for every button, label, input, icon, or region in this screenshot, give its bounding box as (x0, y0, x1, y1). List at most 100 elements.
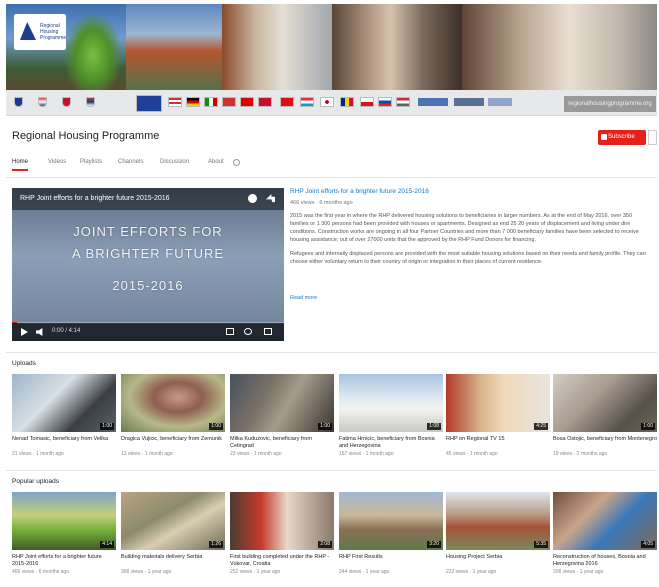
video-duration: 1:00 (100, 423, 114, 430)
description-paragraph-2: Refugees and internally displaced person… (290, 251, 646, 265)
flag-slovakia-icon (378, 97, 392, 107)
uploads-section-title[interactable]: Uploads (12, 360, 36, 367)
video-thumbnail[interactable]: 1:00 (553, 374, 657, 432)
banner-photo-building (222, 4, 332, 90)
video-card[interactable]: 4:05 Reconstruction of houses, Bosnia an… (553, 492, 657, 575)
video-thumbnail[interactable]: 5:35 (446, 492, 550, 550)
video-title[interactable]: Milka Kuduzovic, beneficiary from Ceting… (230, 436, 334, 450)
featured-video-title[interactable]: RHP Joint efforts for a brighter future … (290, 188, 429, 195)
banner-photo-workers-vests (58, 4, 128, 90)
featured-video-player[interactable]: RHP Joint efforts for a brighter future … (12, 188, 284, 341)
video-meta: 19 views · 2 months ago (553, 451, 608, 457)
video-meta: 252 views · 1 year ago (230, 569, 281, 575)
video-title[interactable]: Nenad Tomasic, beneficiary from Velika (12, 436, 116, 450)
video-title[interactable]: RHP First Results (339, 554, 443, 568)
overlay-line-2: A BRIGHTER FUTURE (71, 246, 225, 261)
video-card[interactable]: 4:25 RHP on Regional TV 15 45 views · 1 … (446, 374, 550, 457)
video-card[interactable]: 1:00 Nenad Tomasic, beneficiary from Vel… (12, 374, 116, 457)
channel-search-icon[interactable] (233, 159, 240, 166)
video-thumbnail[interactable]: 1:00 (12, 374, 116, 432)
video-title[interactable]: Bosa Ostojic, beneficiary from Montenegr… (553, 436, 657, 450)
video-thumbnail[interactable]: 4:25 (446, 374, 550, 432)
video-duration: 2:08 (318, 541, 332, 548)
video-card[interactable]: 5:35 Housing Project Serbia 222 views · … (446, 492, 550, 575)
rhp-logo: Regional Housing Programme (14, 14, 66, 50)
flag-hungary-icon (396, 97, 410, 107)
partner-logo-unhcr-icon (418, 98, 448, 106)
video-title[interactable]: Housing Project Serbia (446, 554, 550, 568)
video-card[interactable]: 2:08 First building completed under the … (230, 492, 334, 575)
flag-norway-icon (222, 97, 236, 107)
video-thumbnail[interactable]: 1:00 (121, 374, 225, 432)
video-title[interactable]: Fatima Hrnicic, beneficiary from Bosnia … (339, 436, 443, 450)
subscriber-count-box (648, 130, 657, 145)
video-title[interactable]: RHP Joint efforts for a brighter future … (12, 554, 116, 568)
video-duration: 1:08 (427, 423, 441, 430)
tab-discussion[interactable]: Discussion (160, 159, 189, 165)
partner-logo-osce-icon (454, 98, 484, 106)
video-thumbnail[interactable]: 1:08 (339, 374, 443, 432)
tab-channels[interactable]: Channels (118, 159, 143, 165)
read-more-link[interactable]: Read more (290, 295, 317, 301)
video-duration: 1:00 (641, 423, 655, 430)
tab-playlists[interactable]: Playlists (80, 159, 102, 165)
flag-switzerland-icon (240, 97, 254, 107)
subscribe-button[interactable]: Subscribe (598, 130, 646, 145)
video-title[interactable]: Building materials delivery Serbia (121, 554, 225, 568)
video-card[interactable]: 4:14 RHP Joint efforts for a brighter fu… (12, 492, 116, 575)
flag-turkey-icon (280, 97, 294, 107)
video-meta: 368 views · 1 year ago (121, 569, 172, 575)
player-top-bar: RHP Joint efforts for a brighter future … (12, 188, 284, 210)
flag-germany-icon (186, 97, 200, 107)
flag-italy-icon (204, 97, 218, 107)
video-duration: 5:35 (534, 541, 548, 548)
flag-eu-icon (136, 95, 162, 112)
channel-banner: Regional Housing Programme (6, 4, 657, 90)
flag-croatia-icon (38, 97, 47, 107)
tab-about[interactable]: About (208, 159, 224, 165)
video-card[interactable]: 3:20 RHP First Results 244 views · 1 yea… (339, 492, 443, 575)
video-duration: 1:26 (209, 541, 223, 548)
tab-home[interactable]: Home (12, 159, 29, 171)
video-thumbnail[interactable]: 3:20 (339, 492, 443, 550)
volume-icon[interactable] (36, 328, 43, 336)
flag-usa-icon (168, 97, 182, 107)
flag-romania-icon (340, 97, 354, 107)
rhp-logo-mark-icon (20, 22, 36, 40)
featured-video-description: 2015 was the first year in where the RHP… (290, 212, 652, 272)
play-icon[interactable] (21, 328, 28, 336)
video-title[interactable]: RHP on Regional TV 15 (446, 436, 550, 450)
flag-bosnia-icon (14, 97, 23, 107)
video-card[interactable]: 1:00 Dragica Vujicic, beneficiary from Z… (121, 374, 225, 457)
video-title[interactable]: First building completed under the RHP -… (230, 554, 334, 568)
video-meta: 167 views · 1 month ago (339, 451, 394, 457)
share-icon[interactable] (266, 194, 275, 203)
video-card[interactable]: 1:26 Building materials delivery Serbia … (121, 492, 225, 575)
description-paragraph-1: 2015 was the first year in where the RHP… (290, 213, 639, 243)
video-meta: 208 views · 1 year ago (553, 569, 604, 575)
video-card[interactable]: 1:08 Fatima Hrnicic, beneficiary from Bo… (339, 374, 443, 457)
tab-videos[interactable]: Videos (48, 159, 66, 165)
website-link[interactable]: regionalhousingprogramme.org (564, 96, 656, 112)
banner-photo-elderly (332, 4, 462, 90)
video-thumbnail[interactable]: 4:05 (553, 492, 657, 550)
fullscreen-icon[interactable] (264, 328, 272, 335)
settings-gear-icon[interactable] (244, 328, 252, 335)
video-thumbnail[interactable]: 1:26 (121, 492, 225, 550)
popular-uploads-section-title[interactable]: Popular uploads (12, 478, 59, 485)
video-card[interactable]: 1:00 Bosa Ostojic, beneficiary from Mont… (553, 374, 657, 457)
subtitles-icon[interactable] (226, 328, 234, 335)
flag-czech-icon (360, 97, 374, 107)
video-thumbnail[interactable]: 1:00 (230, 374, 334, 432)
watch-later-icon[interactable] (248, 194, 257, 203)
video-duration: 1:00 (209, 423, 223, 430)
subscribe-label: Subscribe (608, 134, 635, 140)
video-card[interactable]: 1:00 Milka Kuduzovic, beneficiary from C… (230, 374, 334, 457)
video-title[interactable]: Reconstruction of houses, Bosnia and Her… (553, 554, 657, 568)
player-video-title[interactable]: RHP Joint efforts for a brighter future … (20, 195, 170, 202)
rhp-logo-text: Regional Housing Programme (40, 23, 67, 41)
flag-japan-icon (320, 97, 334, 107)
video-thumbnail[interactable]: 2:08 (230, 492, 334, 550)
video-title[interactable]: Dragica Vujicic, beneficiary from Zemuni… (121, 436, 225, 450)
video-thumbnail[interactable]: 4:14 (12, 492, 116, 550)
